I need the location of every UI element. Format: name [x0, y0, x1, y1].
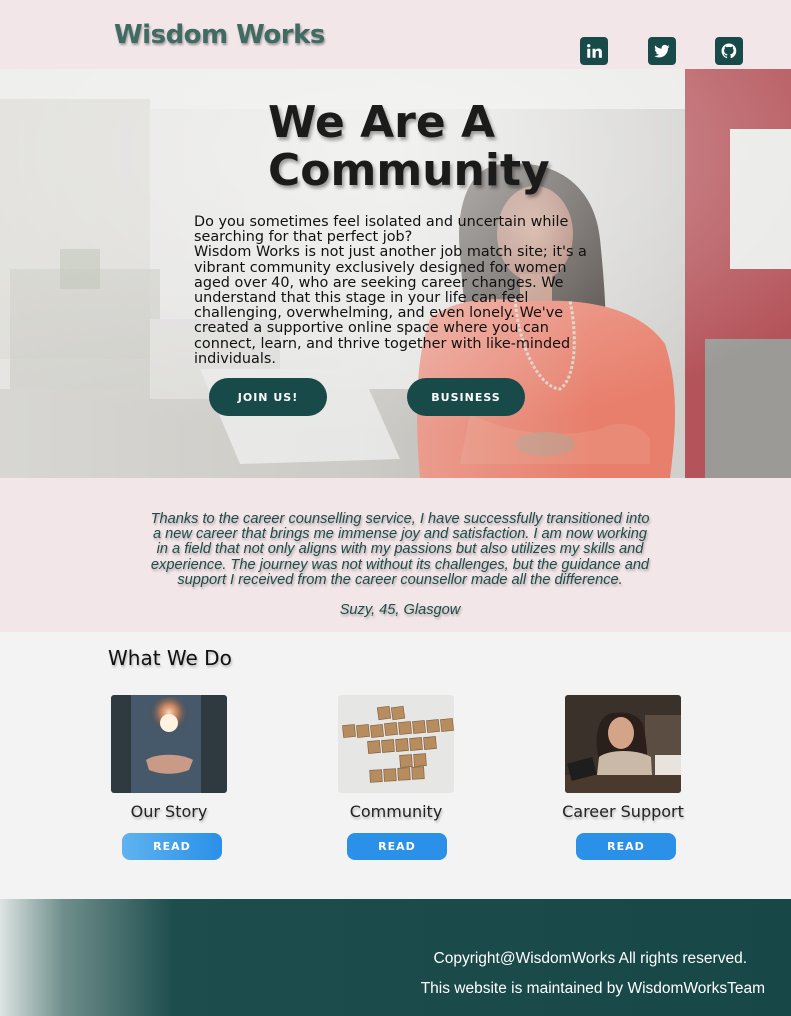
career-support-image[interactable]: [565, 695, 681, 793]
hero-intro: Do you sometimes feel isolated and uncer…: [194, 214, 596, 367]
community-read-button[interactable]: READ: [347, 833, 447, 860]
site-logo[interactable]: Wisdom Works: [114, 20, 325, 50]
hero-intro-body: Wisdom Works is not just another job mat…: [194, 244, 587, 367]
linkedin-icon[interactable]: [580, 37, 608, 65]
github-icon[interactable]: [715, 37, 743, 65]
testimonial-quote: Thanks to the career counselling service…: [150, 511, 650, 588]
our-story-title: Our Story: [130, 802, 208, 821]
scrabble-tiles-illustration: [338, 695, 454, 793]
twitter-icon[interactable]: [648, 37, 676, 65]
community-title: Community: [349, 802, 443, 821]
testimonial-section: Thanks to the career counselling service…: [0, 478, 791, 632]
twitter-glyph: [654, 44, 670, 58]
career-support-title: Career Support: [562, 802, 684, 821]
github-glyph: [721, 43, 737, 59]
career-support-read-button[interactable]: READ: [576, 833, 676, 860]
what-we-do-heading: What We Do: [108, 646, 232, 670]
hero-intro-question: Do you sometimes feel isolated and uncer…: [194, 214, 569, 246]
site-footer: Copyright@WisdomWorks All rights reserve…: [0, 899, 791, 1016]
woman-with-tablet-illustration: [565, 695, 681, 793]
business-button[interactable]: BUSINESS: [407, 378, 525, 416]
testimonial-author: Suzy, 45, Glasgow: [339, 602, 461, 618]
join-us-button[interactable]: JOIN US!: [209, 378, 327, 416]
footer-copyright: Copyright@WisdomWorks All rights reserve…: [433, 950, 747, 967]
our-story-image[interactable]: [111, 695, 227, 793]
linkedin-glyph: [587, 44, 602, 58]
site-header: Wisdom Works: [0, 0, 791, 69]
our-story-read-button[interactable]: READ: [122, 833, 222, 860]
footer-maintained: This website is maintained by WisdomWork…: [420, 980, 765, 997]
lightbulb-hand-illustration: [111, 695, 227, 793]
community-image[interactable]: [338, 695, 454, 793]
hero-section: We Are A Community Do you sometimes feel…: [0, 69, 791, 478]
hero-title: We Are A Community: [268, 97, 550, 196]
